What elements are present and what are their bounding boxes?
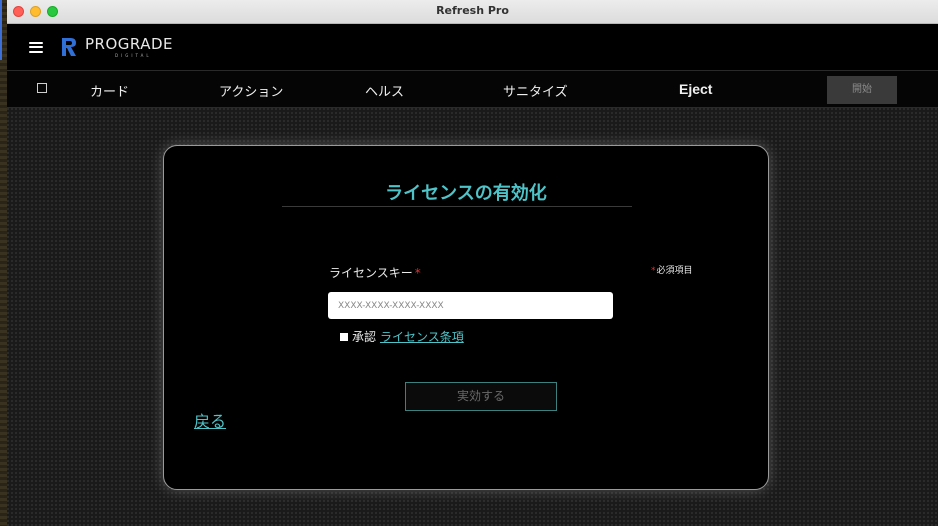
license-terms-link[interactable]: ライセンス条項 [380,328,464,345]
required-note: *必須項目 [651,263,693,276]
tab-action[interactable]: アクション [219,81,283,100]
main-nav: カード アクション ヘルス サニタイズ Eject 開始 [7,70,938,108]
start-button[interactable]: 開始 [827,76,897,104]
license-key-label: ライセンスキー * [329,264,421,281]
title-divider [282,206,632,207]
terms-agreement: 承認 ライセンス条項 [340,328,464,345]
main-content: ライセンスの有効化 ライセンスキー* *必須項目 承認 ライセンス条項 実効する… [7,108,938,526]
agree-checkbox[interactable] [340,332,348,341]
license-key-label-text: ライセンスキー [329,266,413,280]
tab-eject[interactable]: Eject [679,81,712,97]
required-note-text: 必須項目 [656,266,693,276]
brand-logo: PROGRADE DIGITAL [85,34,174,58]
tab-sanitize[interactable]: サニタイズ [503,81,568,100]
activate-button[interactable]: 実効する [405,382,557,411]
prograde-logo-icon [62,38,76,56]
app-window: Refresh Pro PROGRADE DIGITAL カード アクション ヘ… [7,0,938,526]
brand-logo-subtext: DIGITAL [115,52,152,58]
app-header: PROGRADE DIGITAL [7,24,938,70]
window-titlebar[interactable]: Refresh Pro [7,0,938,24]
required-note-asterisk: * [651,266,656,276]
brand-logo-text: PROGRADE [85,34,174,53]
agree-label: 承認 [352,330,377,344]
tab-health[interactable]: ヘルス [365,81,404,100]
license-key-input[interactable] [328,292,613,319]
window-title: Refresh Pro [436,4,509,17]
hamburger-menu-icon[interactable] [29,41,43,53]
select-all-checkbox[interactable] [37,83,47,93]
desktop-edge-strip [0,0,7,526]
panel-title: ライセンスの有効化 [385,183,547,204]
tab-card[interactable]: カード [90,81,129,100]
back-link[interactable]: 戻る [194,408,226,432]
license-activation-panel: ライセンスの有効化 ライセンスキー* *必須項目 承認 ライセンス条項 実効する… [163,145,769,490]
required-asterisk: * [414,266,421,280]
